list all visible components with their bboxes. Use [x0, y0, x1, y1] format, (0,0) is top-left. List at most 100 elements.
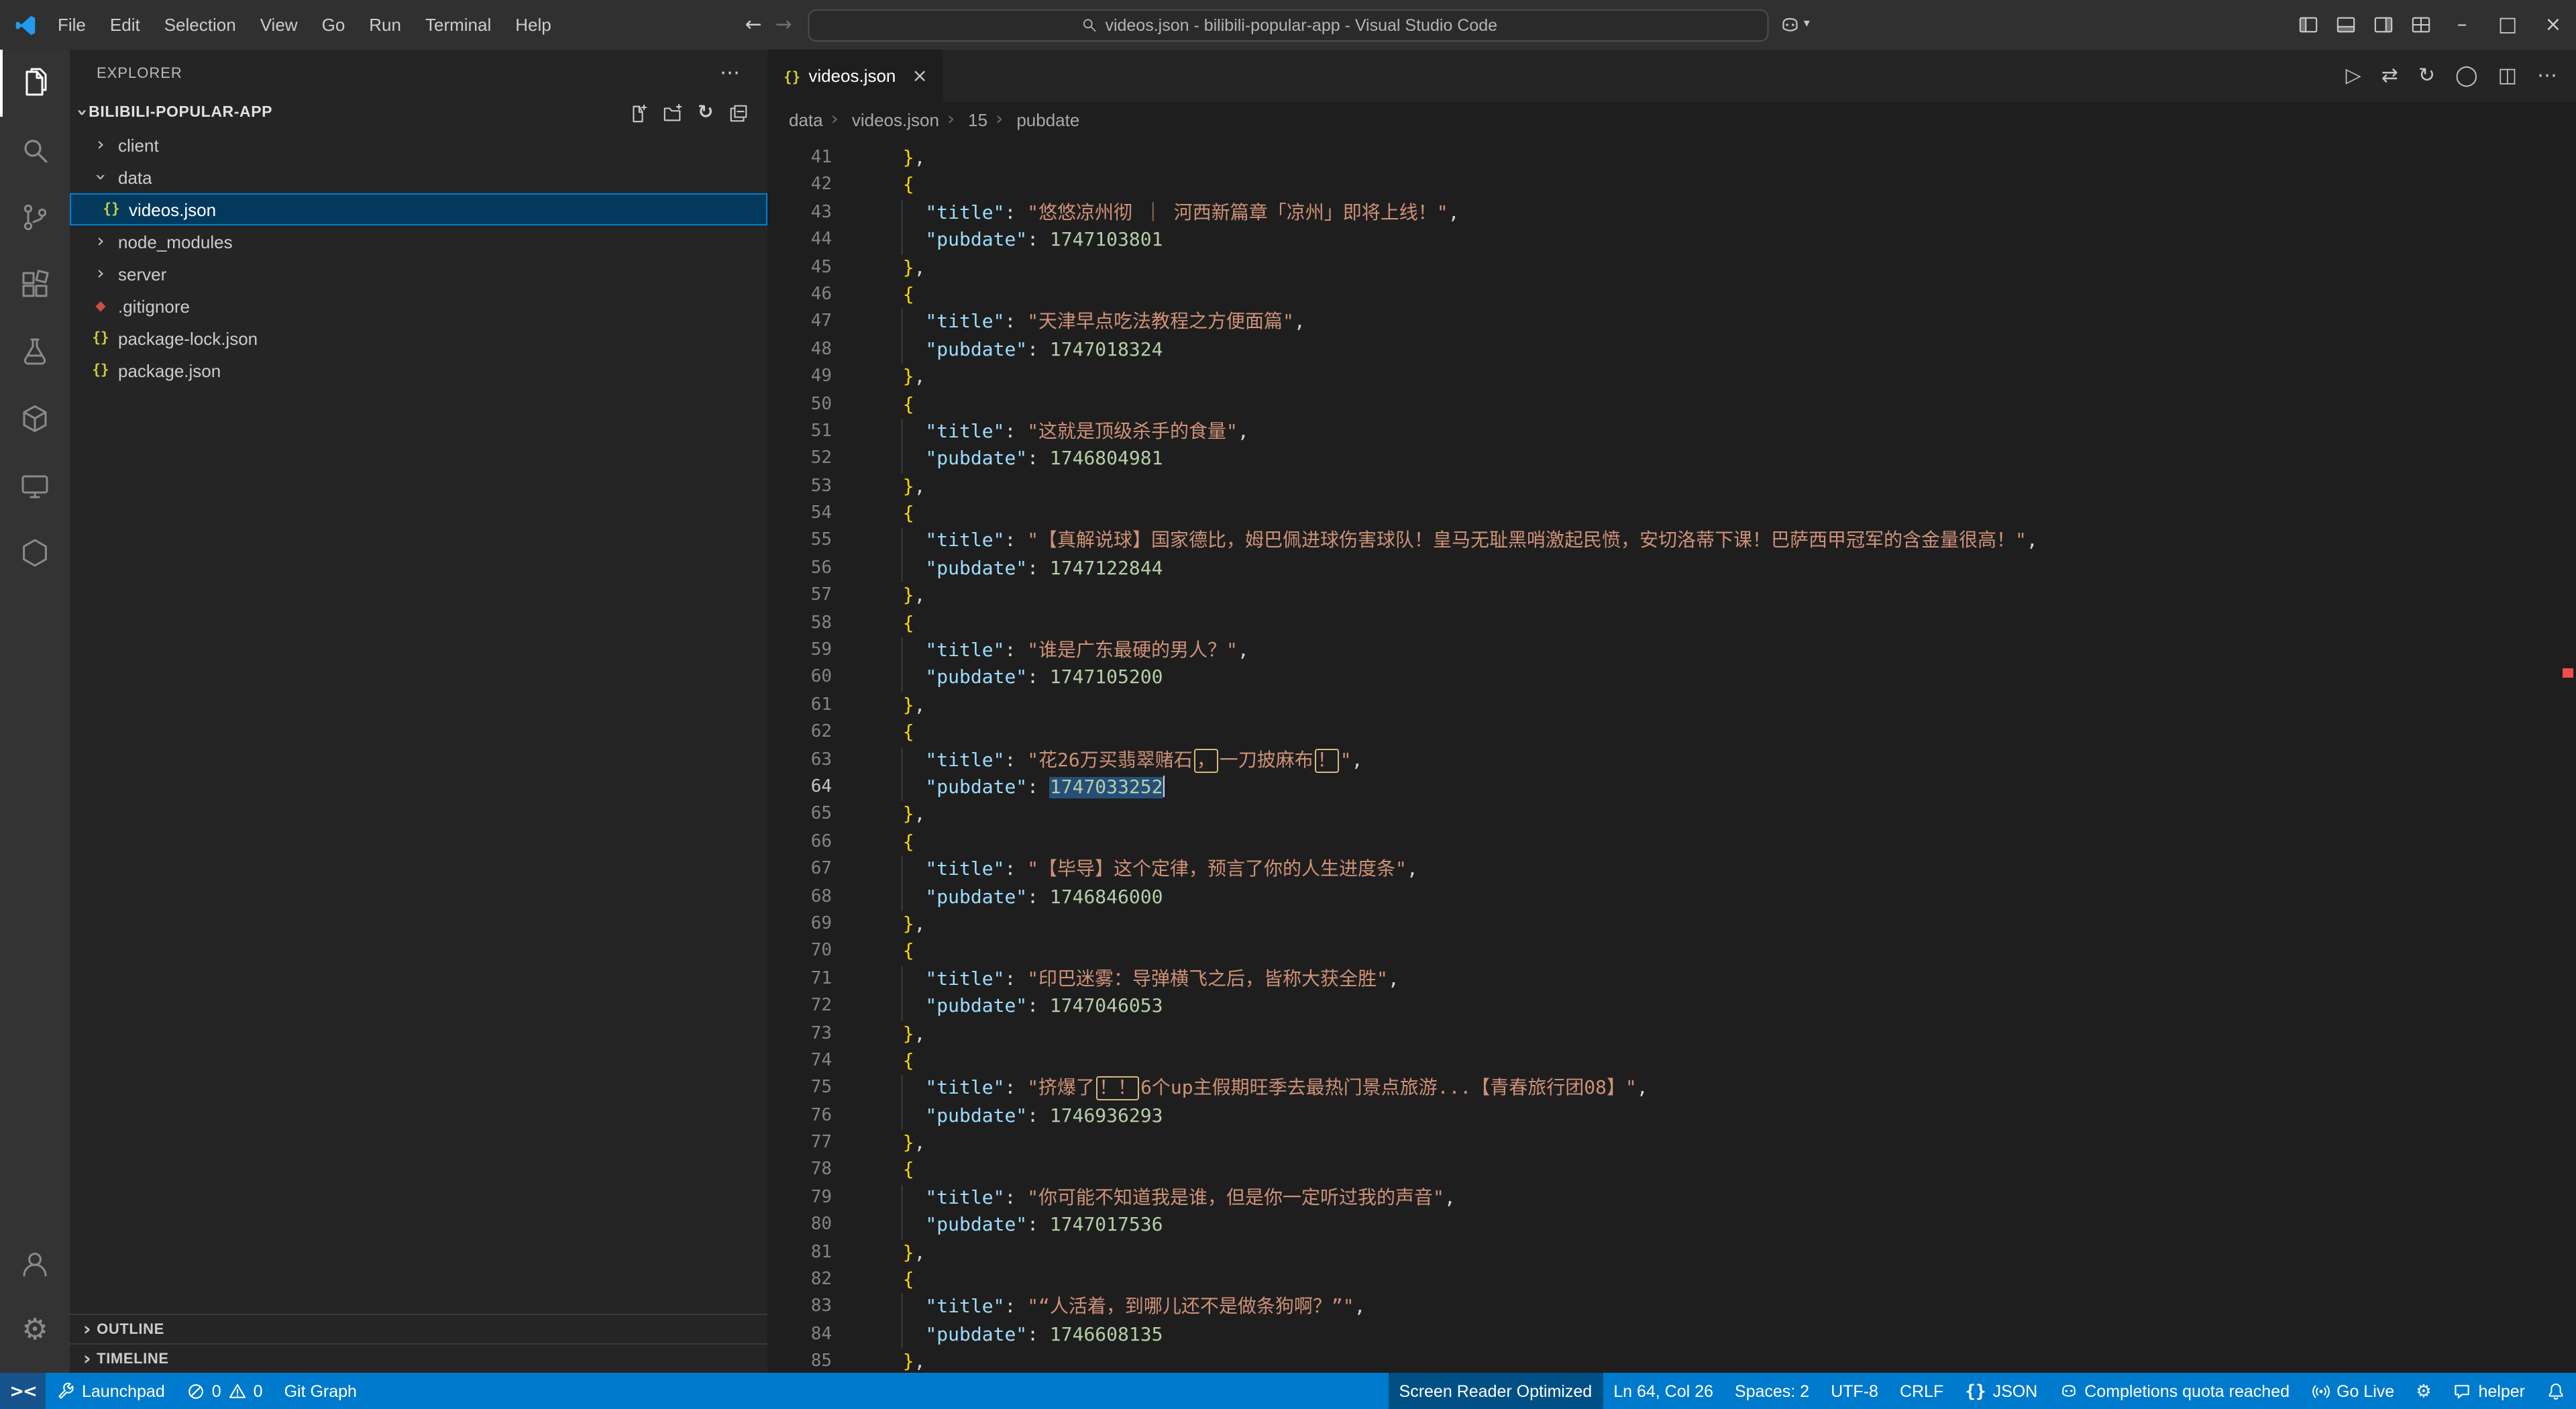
panel-outline[interactable]: ›OUTLINE: [70, 1314, 767, 1343]
activity-extension-pack[interactable]: [0, 519, 70, 586]
explorer-section-header[interactable]: › BILIBILI-POPULAR-APP ↻: [70, 97, 767, 129]
copilot-menu-button[interactable]: ▾: [1780, 14, 1810, 36]
code-line[interactable]: 79 "title": "你可能不知道我是谁，但是你一定听过我的声音",: [767, 1185, 2576, 1212]
code-line[interactable]: 70 {: [767, 939, 2576, 966]
status-go-live[interactable]: Go Live: [2300, 1373, 2405, 1409]
activity-explorer[interactable]: [0, 50, 70, 117]
code-line[interactable]: 46 {: [767, 282, 2576, 309]
code-line[interactable]: 42 {: [767, 172, 2576, 200]
code-line[interactable]: 59 "title": "谁是广东最硬的男人？",: [767, 637, 2576, 665]
activity-testing[interactable]: [0, 318, 70, 385]
tab-videos-json[interactable]: {}videos.json×: [767, 50, 944, 102]
close-icon[interactable]: ×: [2530, 15, 2576, 35]
activity-accounts[interactable]: [0, 1231, 70, 1298]
tree-item--gitignore[interactable]: ◆.gitignore: [70, 290, 767, 322]
breadcrumb-item[interactable]: data: [789, 109, 823, 129]
code-line[interactable]: 47 "title": "天津早点吃法教程之方便面篇",: [767, 309, 2576, 337]
layout-secondary-icon[interactable]: [2364, 15, 2402, 35]
code-line[interactable]: 43 "title": "悠悠凉州彻 ｜ 河西新篇章「凉州」即将上线！",: [767, 200, 2576, 227]
code-line[interactable]: 82 {: [767, 1267, 2576, 1294]
status-remote[interactable]: ><: [0, 1373, 46, 1409]
status-helper[interactable]: helper: [2443, 1373, 2536, 1409]
minimize-icon[interactable]: –: [2439, 15, 2485, 35]
activity-remote-explorer[interactable]: [0, 452, 70, 519]
code-line[interactable]: 73 },: [767, 1021, 2576, 1048]
status-launchpad[interactable]: Launchpad: [46, 1373, 176, 1409]
code-editor[interactable]: 41 },42 {43 "title": "悠悠凉州彻 ｜ 河西新篇章「凉州」即…: [767, 137, 2576, 1373]
code-line[interactable]: 50 {: [767, 391, 2576, 419]
layout-sidebar-icon[interactable]: [2289, 15, 2326, 35]
code-line[interactable]: 72 "pubdate": 1747046053: [767, 993, 2576, 1021]
circle-icon[interactable]: ◯: [2455, 64, 2478, 88]
menu-go[interactable]: Go: [310, 0, 358, 50]
code-line[interactable]: 53 },: [767, 473, 2576, 501]
status-screen-reader-mode[interactable]: Screen Reader Optimized: [1389, 1373, 1603, 1409]
code-line[interactable]: 54 {: [767, 501, 2576, 528]
code-line[interactable]: 74 {: [767, 1048, 2576, 1076]
code-line[interactable]: 66 {: [767, 829, 2576, 857]
close-icon[interactable]: ×: [912, 65, 927, 87]
status-notifications[interactable]: [2536, 1373, 2576, 1409]
code-line[interactable]: 84 "pubdate": 1746608135: [767, 1322, 2576, 1349]
code-line[interactable]: 44 "pubdate": 1747103801: [767, 227, 2576, 254]
tree-item-server[interactable]: ›server: [70, 258, 767, 290]
tree-item-package-json[interactable]: {}package.json: [70, 354, 767, 386]
code-line[interactable]: 57 },: [767, 583, 2576, 611]
code-line[interactable]: 60 "pubdate": 1747105200: [767, 665, 2576, 692]
code-line[interactable]: 58 {: [767, 610, 2576, 637]
breadcrumb-item[interactable]: videos.json: [847, 109, 939, 129]
status-eol[interactable]: CRLF: [1889, 1373, 1954, 1409]
code-line[interactable]: 76 "pubdate": 1746936293: [767, 1102, 2576, 1130]
tree-item-client[interactable]: ›client: [70, 129, 767, 161]
code-line[interactable]: 62 {: [767, 719, 2576, 747]
code-line[interactable]: 56 "pubdate": 1747122844: [767, 556, 2576, 583]
code-line[interactable]: 51 "title": "这就是顶级杀手的食量",: [767, 419, 2576, 446]
status-copilot-status[interactable]: Completions quota reached: [2048, 1373, 2300, 1409]
compare-icon[interactable]: ⇄: [2381, 64, 2398, 88]
status-indentation[interactable]: Spaces: 2: [1724, 1373, 1820, 1409]
code-line[interactable]: 55 "title": "【真解说球】国家德比，姆巴佩进球伤害球队！皇马无耻黑哨…: [767, 528, 2576, 556]
code-line[interactable]: 71 "title": "印巴迷雾：导弹横飞之后，皆称大获全胜",: [767, 966, 2576, 993]
status-encoding[interactable]: UTF-8: [1820, 1373, 1889, 1409]
activity-search[interactable]: [0, 117, 70, 184]
overview-ruler[interactable]: [2560, 137, 2576, 1373]
menu-view[interactable]: View: [248, 0, 310, 50]
more-actions-icon[interactable]: ⋯: [720, 63, 741, 83]
code-line[interactable]: 45 },: [767, 254, 2576, 282]
code-line[interactable]: 67 "title": "【毕导】这个定律，预言了你的人生进度条",: [767, 856, 2576, 884]
menu-selection[interactable]: Selection: [152, 0, 248, 50]
breadcrumb-item[interactable]: 15: [963, 109, 987, 129]
split-editor-icon[interactable]: ◫: [2498, 64, 2517, 88]
code-line[interactable]: 65 },: [767, 802, 2576, 829]
breadcrumb-item[interactable]: pubdate: [1011, 109, 1079, 129]
run-icon[interactable]: ▷: [2346, 64, 2361, 88]
command-center[interactable]: videos.json - bilibili-popular-app - Vis…: [808, 9, 1769, 41]
refresh-icon[interactable]: ↻: [698, 103, 714, 122]
status-git-graph[interactable]: Git Graph: [274, 1373, 368, 1409]
code-line[interactable]: 49 },: [767, 364, 2576, 391]
more-actions-icon[interactable]: ⋯: [2537, 64, 2557, 88]
code-line[interactable]: 77 },: [767, 1130, 2576, 1157]
sync-icon[interactable]: ↻: [2418, 64, 2435, 88]
layout-grid-icon[interactable]: [2402, 15, 2439, 35]
menu-terminal[interactable]: Terminal: [413, 0, 503, 50]
forward-icon[interactable]: →: [775, 13, 792, 37]
code-line[interactable]: 48 "pubdate": 1747018324: [767, 336, 2576, 364]
code-line[interactable]: 41 },: [767, 145, 2576, 172]
menu-file[interactable]: File: [46, 0, 98, 50]
activity-source-control[interactable]: [0, 184, 70, 251]
maximize-icon[interactable]: □: [2485, 15, 2530, 35]
code-line[interactable]: 69 },: [767, 911, 2576, 939]
activity-settings[interactable]: ⚙: [0, 1298, 70, 1365]
code-line[interactable]: 80 "pubdate": 1747017536: [767, 1212, 2576, 1239]
activity-extensions[interactable]: [0, 251, 70, 318]
code-line[interactable]: 52 "pubdate": 1746804981: [767, 446, 2576, 474]
menu-help[interactable]: Help: [503, 0, 564, 50]
collapse-all-icon[interactable]: [729, 103, 749, 123]
menu-edit[interactable]: Edit: [98, 0, 152, 50]
new-folder-icon[interactable]: [663, 103, 683, 123]
panel-timeline[interactable]: ›TIMELINE: [70, 1343, 767, 1373]
tree-item-videos-json[interactable]: {}videos.json: [70, 193, 767, 225]
code-line[interactable]: 81 },: [767, 1239, 2576, 1267]
code-line[interactable]: 78 {: [767, 1157, 2576, 1185]
